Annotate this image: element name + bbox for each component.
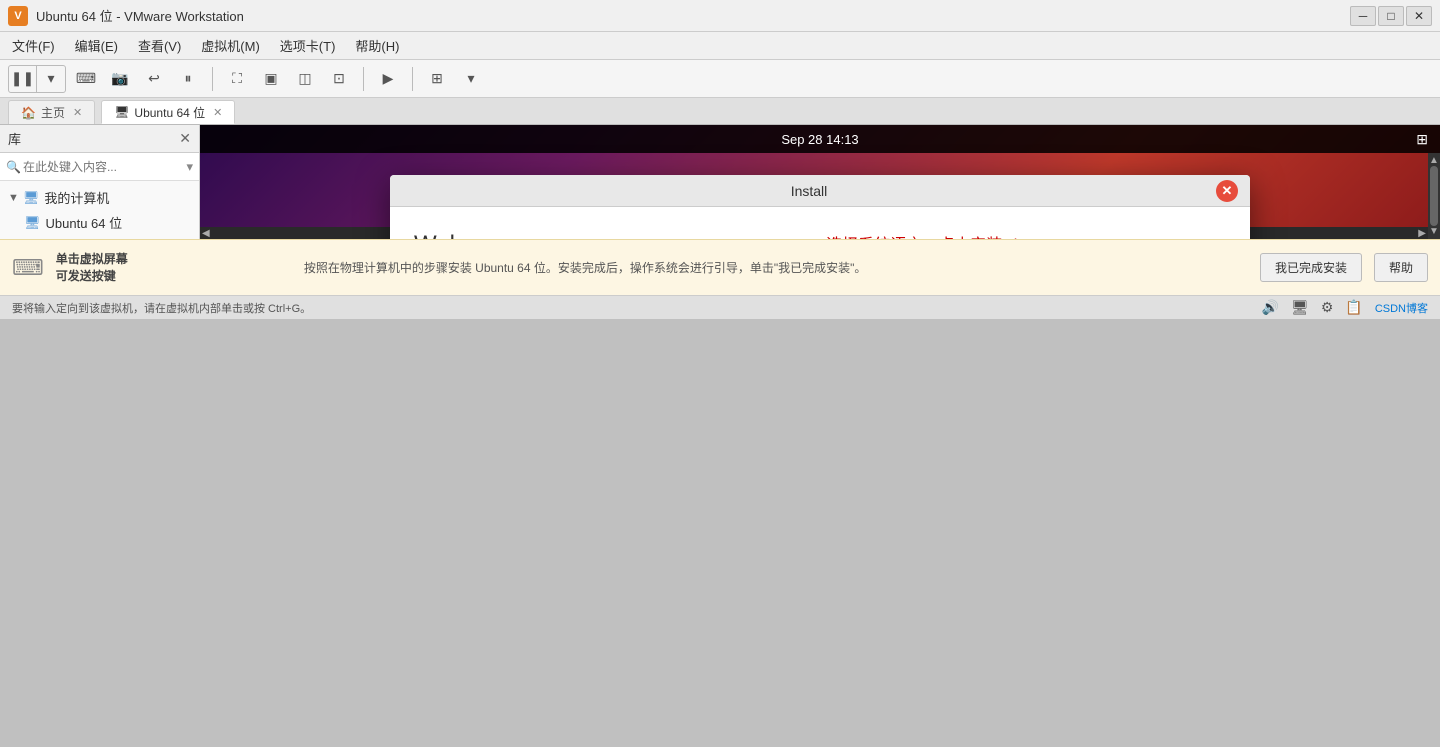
window-controls: ─ □ ✕: [1350, 6, 1432, 26]
titlebar: V Ubuntu 64 位 - VMware Workstation ─ □ ✕: [0, 0, 1440, 32]
csdn-link[interactable]: CSDN博客: [1375, 300, 1428, 316]
revert-button[interactable]: ↩: [140, 66, 168, 92]
statusbar: 要将输入定向到该虚拟机，请在虚拟机内部单击或按 Ctrl+G。 🔊 🖥 ⚙ 📋 …: [0, 295, 1440, 319]
status-icon-3: ⚙: [1321, 299, 1334, 316]
search-icon: 🔍: [6, 160, 21, 174]
more-dropdown[interactable]: ▾: [457, 66, 485, 92]
status-text: 要将输入定向到该虚拟机，请在虚拟机内部单击或按 Ctrl+G。: [12, 300, 311, 316]
tab-vm[interactable]: 🖥 Ubuntu 64 位 ✕: [101, 100, 235, 124]
send-ctrl-alt-del-button[interactable]: ⌨: [72, 66, 100, 92]
network-icon[interactable]: ⊞: [1416, 131, 1428, 148]
pause-button[interactable]: ❚❚: [9, 66, 37, 92]
more-button[interactable]: ⊞: [423, 66, 451, 92]
toolbar-sep-1: [212, 67, 213, 91]
menu-view[interactable]: 查看(V): [130, 33, 189, 58]
search-input[interactable]: [23, 160, 187, 174]
status-icon-2: 🖥: [1291, 299, 1309, 316]
scroll-up-button[interactable]: ▲: [1429, 155, 1439, 166]
maximize-button[interactable]: □: [1378, 6, 1404, 26]
tab-home[interactable]: 🏠 主页 ✕: [8, 100, 95, 124]
vm-display[interactable]: Sep 28 14:13 ⊞ Install ✕ Welcome Asturia…: [200, 125, 1440, 239]
computer-icon: 🖥: [23, 190, 40, 206]
vm-icon: 🖥: [114, 105, 129, 119]
minimize-button[interactable]: ─: [1350, 6, 1376, 26]
hint-text: 选择系统语言，点击安装Ubuntu: [826, 231, 1054, 239]
vm-hint-bar: ⌨ 单击虚拟屏幕 可发送按键 按照在物理计算机中的步骤安装 Ubuntu 64 …: [0, 239, 1440, 295]
vm-item-icon: 🖥: [24, 215, 41, 231]
fit-button[interactable]: ⊡: [325, 66, 353, 92]
status-icon-4: 📋: [1345, 299, 1362, 316]
dialog-left-panel: Welcome Asturianu Bahasa Indonesia Bosan…: [414, 231, 634, 239]
toolbar: ❚❚ ▾ ⌨ 📷 ↩ ⏸ ⛶ ▣ ◫ ⊡ ▶ ⊞ ▾: [0, 60, 1440, 98]
sidebar-header: 库 ✕: [0, 125, 199, 153]
close-button[interactable]: ✕: [1406, 6, 1432, 26]
install-dialog: Install ✕ Welcome Asturianu Bahasa Indon…: [390, 175, 1250, 239]
dialog-titlebar: Install ✕: [390, 175, 1250, 207]
menu-edit[interactable]: 编辑(E): [67, 33, 126, 58]
sidebar-title: 库: [8, 129, 179, 148]
vm-hint-icon: ⌨: [12, 255, 44, 281]
vm-scrollbar[interactable]: ▲ ▼: [1428, 153, 1440, 239]
sidebar-search-bar: 🔍 ▾: [0, 153, 199, 181]
app-title: Ubuntu 64 位 - VMware Workstation: [36, 6, 1350, 25]
home-icon: 🏠: [21, 106, 36, 120]
sidebar-tree: ▼ 🖥 我的计算机 🖥 Ubuntu 64 位: [0, 181, 199, 239]
dialog-title: Install: [402, 183, 1216, 199]
welcome-heading: Welcome: [414, 231, 634, 239]
scroll-down-button[interactable]: ▼: [1429, 226, 1439, 237]
help-button[interactable]: 帮助: [1374, 253, 1428, 282]
search-dropdown-icon[interactable]: ▾: [186, 159, 193, 175]
scroll-left-button[interactable]: ◀: [202, 228, 210, 239]
dialog-right-panel: 选择系统语言，点击安装Ubuntu: [654, 231, 1226, 239]
ubuntu-topbar-right: ⊞: [1416, 131, 1428, 148]
app-icon: V: [8, 6, 28, 26]
expand-icon: ▼: [8, 192, 19, 204]
dialog-close-button[interactable]: ✕: [1216, 180, 1238, 202]
ubuntu-topbar: Sep 28 14:13 ⊞: [200, 125, 1440, 153]
toolbar-sep-3: [412, 67, 413, 91]
pause-dropdown[interactable]: ▾: [37, 66, 65, 92]
ubuntu-time: Sep 28 14:13: [781, 132, 858, 147]
sidebar-close-button[interactable]: ✕: [179, 130, 191, 147]
dialog-body: Welcome Asturianu Bahasa Indonesia Bosan…: [390, 207, 1250, 239]
complete-install-button[interactable]: 我已完成安装: [1260, 253, 1362, 282]
sidebar-item-ubuntu[interactable]: 🖥 Ubuntu 64 位: [0, 210, 199, 235]
menu-help[interactable]: 帮助(H): [347, 33, 407, 58]
unity-button[interactable]: ▣: [257, 66, 285, 92]
status-icon-1: 🔊: [1262, 299, 1279, 316]
toolbar-sep-2: [363, 67, 364, 91]
fullscreen-button[interactable]: ⛶: [223, 66, 251, 92]
snapshot-button[interactable]: 📷: [106, 66, 134, 92]
sidebar: 库 ✕ 🔍 ▾ ▼ 🖥 我的计算机 🖥 Ubuntu 64 位: [0, 125, 200, 239]
vm-hint-text-group: 单击虚拟屏幕 可发送按键: [56, 250, 292, 286]
view-toggle-button[interactable]: ◫: [291, 66, 319, 92]
pause-group: ❚❚ ▾: [8, 65, 66, 93]
scroll-right-button[interactable]: ▶: [1418, 228, 1426, 239]
tabs-container: 🏠 主页 ✕ 🖥 Ubuntu 64 位 ✕: [0, 98, 1440, 125]
menu-tabs[interactable]: 选项卡(T): [272, 33, 344, 58]
sidebar-item-my-computer[interactable]: ▼ 🖥 我的计算机: [0, 185, 199, 210]
vm-hint-title: 单击虚拟屏幕 可发送按键: [56, 250, 292, 284]
tab-vm-close[interactable]: ✕: [213, 106, 222, 119]
tab-home-close[interactable]: ✕: [73, 106, 82, 119]
console-button[interactable]: ▶: [374, 66, 402, 92]
scroll-thumb[interactable]: [1430, 166, 1438, 226]
vm-hint-description: 按照在物理计算机中的步骤安装 Ubuntu 64 位。安装完成后，操作系统会进行…: [304, 259, 1248, 276]
menu-vm[interactable]: 虚拟机(M): [193, 33, 268, 58]
status-right: 🔊 🖥 ⚙ 📋 CSDN博客: [1262, 299, 1428, 316]
suspend-button[interactable]: ⏸: [174, 66, 202, 92]
menubar: 文件(F) 编辑(E) 查看(V) 虚拟机(M) 选项卡(T) 帮助(H): [0, 32, 1440, 60]
menu-file[interactable]: 文件(F): [4, 33, 63, 58]
